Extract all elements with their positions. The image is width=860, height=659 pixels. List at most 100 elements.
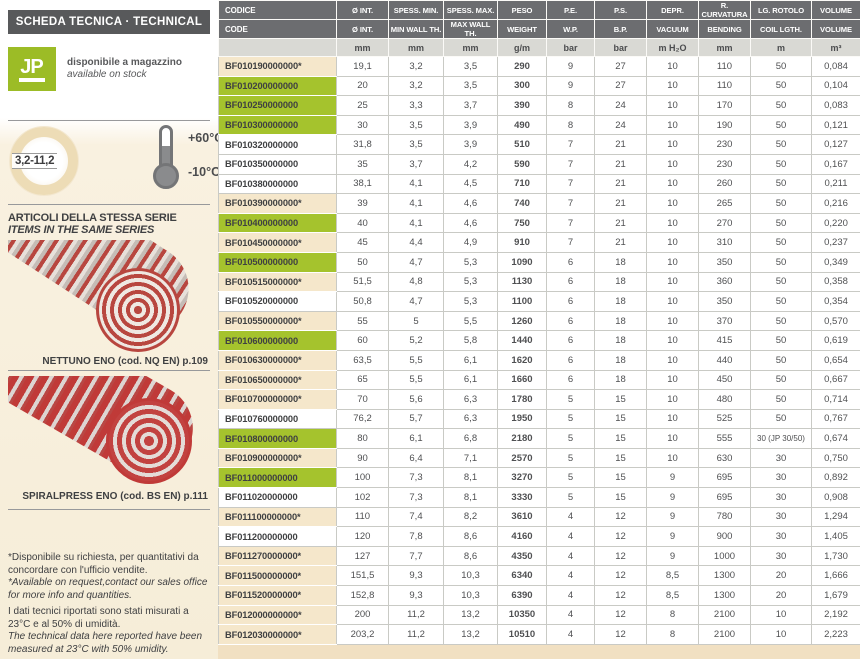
value-cell: 780 — [699, 507, 751, 527]
value-cell: 10 — [647, 96, 699, 116]
value-cell: 12 — [595, 566, 647, 586]
value-cell: 151,5 — [337, 566, 389, 586]
value-cell: 7 — [547, 135, 595, 155]
value-cell: 9,3 — [389, 566, 444, 586]
units-row: mmmmmmg/mbarbarm H₂Ommmm³ — [219, 39, 860, 57]
value-cell: 18 — [595, 331, 647, 351]
value-cell: 6 — [547, 331, 595, 351]
value-cell: 18 — [595, 370, 647, 390]
table-row: BF0110000000001007,38,132705159695300,89… — [219, 468, 860, 488]
value-cell: 12 — [595, 625, 647, 645]
value-cell: 21 — [595, 174, 647, 194]
hose-caption-spiralpress: SPIRALPRESS ENO (cod. BS EN) p.111 — [8, 491, 210, 502]
value-cell: 0,127 — [812, 135, 860, 155]
value-cell: 5,5 — [389, 370, 444, 390]
value-cell: 7,3 — [389, 488, 444, 508]
value-cell: 90 — [337, 448, 389, 468]
value-cell: 695 — [699, 488, 751, 508]
column-header: Ø INT. — [337, 20, 389, 39]
value-cell: 8,6 — [444, 546, 498, 566]
value-cell: 120 — [337, 527, 389, 547]
value-cell: 6390 — [498, 586, 547, 606]
product-code-cell: BF010520000000 — [219, 292, 337, 312]
value-cell: 18 — [595, 252, 647, 272]
value-cell: 50 — [751, 213, 812, 233]
value-cell: 5,5 — [444, 311, 498, 331]
column-header: CODICE — [219, 1, 337, 20]
value-cell: 5 — [547, 390, 595, 410]
value-cell: 2,192 — [812, 605, 860, 625]
value-cell: 0,674 — [812, 429, 860, 449]
value-cell: 630 — [699, 448, 751, 468]
value-cell: 18 — [595, 272, 647, 292]
value-cell: 18 — [595, 311, 647, 331]
value-cell: 10 — [647, 213, 699, 233]
value-cell: 100 — [337, 468, 389, 488]
table-row: BF01038000000038,14,14,571072110260500,2… — [219, 174, 860, 194]
value-cell: 5,6 — [389, 390, 444, 410]
value-cell: 110 — [337, 507, 389, 527]
product-code-cell: BF010400000000 — [219, 213, 337, 233]
value-cell: 9 — [547, 76, 595, 96]
value-cell: 4,4 — [389, 233, 444, 253]
divider — [8, 509, 210, 510]
value-cell: 10 — [647, 429, 699, 449]
value-cell: 15 — [595, 409, 647, 429]
value-cell: 480 — [699, 390, 751, 410]
value-cell: 65 — [337, 370, 389, 390]
value-cell: 3,5 — [389, 135, 444, 155]
product-code-cell: BF011200000000 — [219, 527, 337, 547]
table-row: BF0110200000001027,38,133305159695300,90… — [219, 488, 860, 508]
value-cell: 10 — [647, 272, 699, 292]
product-code-cell: BF010515000000* — [219, 272, 337, 292]
value-cell: 0,892 — [812, 468, 860, 488]
value-cell: 60 — [337, 331, 389, 351]
value-cell: 110 — [699, 76, 751, 96]
value-cell: 7 — [547, 233, 595, 253]
value-cell: 1,679 — [812, 586, 860, 606]
value-cell: 9 — [547, 57, 595, 77]
value-cell: 2180 — [498, 429, 547, 449]
value-cell: 10,3 — [444, 586, 498, 606]
value-cell: 8,5 — [647, 586, 699, 606]
value-cell: 10 — [647, 390, 699, 410]
value-cell: 30 — [751, 488, 812, 508]
value-cell: 10 — [647, 409, 699, 429]
page-title: SCHEDA TECNICA · TECHNICAL DATA — [8, 10, 210, 34]
value-cell: 10 — [647, 174, 699, 194]
product-code-cell: BF010630000000* — [219, 350, 337, 370]
hose-mouth — [106, 398, 192, 484]
table-row: BF010515000000*51,54,85,3113061810360500… — [219, 272, 860, 292]
unit-cell: m H₂O — [647, 39, 699, 57]
column-header: WEIGHT — [498, 20, 547, 39]
value-cell: 260 — [699, 174, 751, 194]
value-cell: 5,3 — [444, 292, 498, 312]
value-cell: 0,349 — [812, 252, 860, 272]
value-cell: 4 — [547, 507, 595, 527]
value-cell: 15 — [595, 468, 647, 488]
value-cell: 12 — [595, 605, 647, 625]
value-cell: 4 — [547, 605, 595, 625]
value-cell: 1090 — [498, 252, 547, 272]
value-cell: 38,1 — [337, 174, 389, 194]
table-row: BF010300000000303,53,949082410190500,121 — [219, 115, 860, 135]
table-row: BF010390000000*394,14,674072110265500,21… — [219, 194, 860, 214]
value-cell: 25 — [337, 96, 389, 116]
value-cell: 9 — [647, 527, 699, 547]
value-cell: 10350 — [498, 605, 547, 625]
value-cell: 440 — [699, 350, 751, 370]
footnote-availability-en: *Available on request,contact our sales … — [8, 577, 210, 602]
value-cell: 2570 — [498, 448, 547, 468]
value-cell: 30 — [751, 448, 812, 468]
value-cell: 10 — [647, 350, 699, 370]
value-cell: 50 — [751, 154, 812, 174]
jp-logo-text: JP — [19, 57, 44, 82]
value-cell: 2,223 — [812, 625, 860, 645]
value-cell: 1440 — [498, 331, 547, 351]
value-cell: 4,7 — [389, 252, 444, 272]
value-cell: 1130 — [498, 272, 547, 292]
value-cell: 5 — [547, 468, 595, 488]
value-cell: 1,405 — [812, 527, 860, 547]
column-header: VOLUME — [812, 1, 860, 20]
stock-label-it: disponibile a magazzino — [67, 57, 182, 69]
